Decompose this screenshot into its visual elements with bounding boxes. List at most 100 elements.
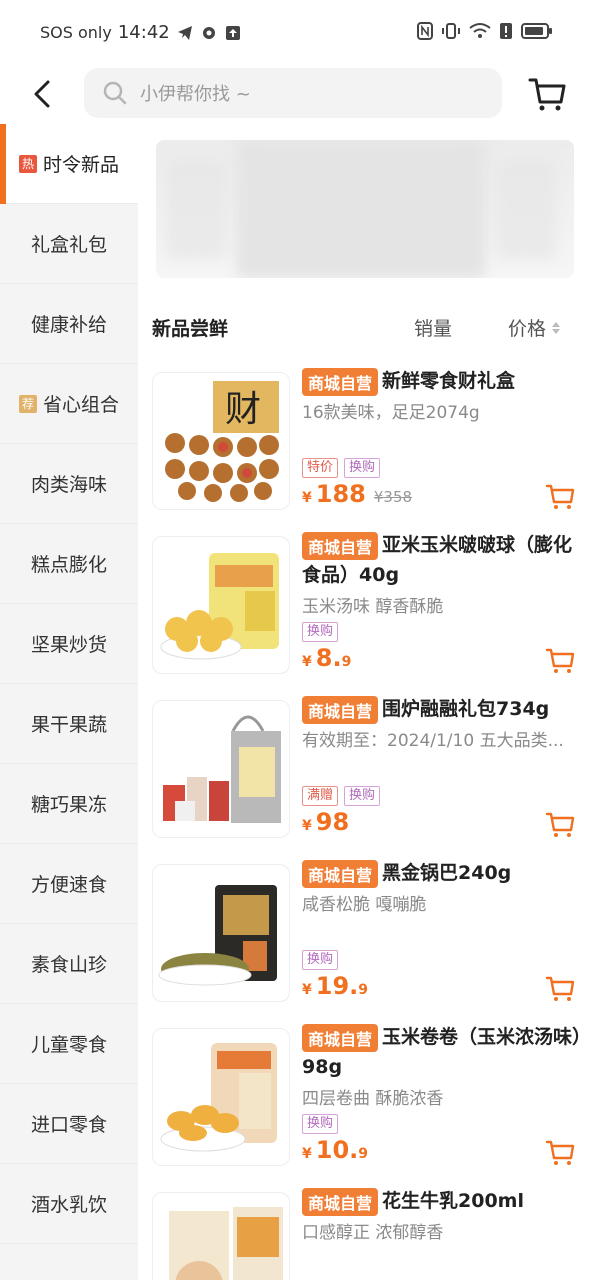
back-arrow-icon[interactable]	[26, 76, 62, 112]
sidebar-item[interactable]: 方便速食	[0, 844, 138, 924]
telegram-icon	[177, 25, 192, 40]
list-header: 新品尝鲜 销量 价格	[138, 306, 591, 346]
settings-gear-icon	[202, 26, 215, 39]
list-title: 新品尝鲜	[152, 318, 229, 340]
wifi-icon	[469, 23, 491, 38]
add-to-cart-icon[interactable]	[545, 1138, 575, 1166]
product-image[interactable]: 财	[152, 372, 290, 510]
price-decimal: 9	[358, 982, 369, 998]
promo-tag: 换购	[302, 622, 339, 642]
price-decimal: 9	[341, 654, 352, 670]
promo-tag: 特价	[302, 458, 339, 478]
sidebar-item[interactable]: 糖巧果冻	[0, 764, 138, 844]
promo-banner[interactable]	[156, 140, 574, 278]
sidebar-item-label: 省心组合	[42, 394, 119, 416]
sidebar-item-label: 酒水乳饮	[30, 1194, 107, 1216]
product-card[interactable]: 亚米玉米啵啵球（膨化食品）40g 商城自营 玉米汤味 醇香酥脆 换购 ¥8. 9	[138, 524, 591, 688]
sidebar-item-label: 时令新品	[42, 154, 119, 176]
upload-icon	[225, 25, 240, 40]
sidebar-item[interactable]: 热时令新品	[0, 124, 138, 204]
search-input[interactable]: 小伊帮你找 ~	[84, 68, 502, 118]
sidebar-item[interactable]: 儿童零食	[0, 1004, 138, 1084]
sidebar-item[interactable]: 健康补给	[0, 284, 138, 364]
battery-icon	[521, 23, 552, 39]
alert-icon	[500, 23, 512, 39]
add-to-cart-icon[interactable]	[545, 646, 575, 674]
product-desc: 四层卷曲 酥脆浓香	[302, 1089, 444, 1109]
sort-price-label: 价格	[508, 318, 547, 340]
promo-tags: 换购	[302, 950, 339, 970]
sidebar-item[interactable]: 肉类海味	[0, 444, 138, 524]
add-to-cart-icon[interactable]	[545, 974, 575, 1002]
sidebar-item-label: 方便速食	[30, 874, 107, 896]
sidebar-item[interactable]: 荐省心组合	[0, 364, 138, 444]
status-right	[417, 22, 553, 40]
self-operated-tag: 商城自营	[302, 1024, 379, 1052]
sidebar-item-label: 肉类海味	[30, 474, 107, 496]
top-nav-bar: 小伊帮你找 ~	[0, 66, 591, 124]
product-card[interactable]: 花生牛乳200ml 商城自营 口感醇正 浓郁醇香	[138, 1180, 591, 1280]
sidebar-item-label: 糖巧果冻	[30, 794, 107, 816]
sort-price-button[interactable]: 价格	[508, 314, 561, 341]
sidebar-item[interactable]: 果干果蔬	[0, 684, 138, 764]
product-price: ¥10. 9	[302, 1136, 368, 1164]
promo-tag: 换购	[302, 1114, 339, 1134]
add-to-cart-icon[interactable]	[545, 482, 575, 510]
price-currency: ¥	[302, 654, 312, 670]
product-card[interactable]: 围炉融融礼包734g 商城自营 有效期至：2024/1/10 五大品类... 满赠 换购…	[138, 688, 591, 852]
sidebar-item[interactable]: 糕点膨化	[0, 524, 138, 604]
add-to-cart-icon[interactable]	[545, 810, 575, 838]
product-card[interactable]: 玉米卷卷（玉米浓汤味）98g 商城自营 四层卷曲 酥脆浓香 换购 ¥10. 9	[138, 1016, 591, 1180]
price-currency: ¥	[302, 490, 312, 506]
product-image[interactable]	[152, 700, 290, 838]
sidebar-item[interactable]: 素食山珍	[0, 924, 138, 1004]
price-integer: 10.	[315, 1136, 359, 1164]
product-desc: 16款美味，足足2074g	[302, 403, 480, 423]
product-image[interactable]	[152, 1028, 290, 1166]
product-desc: 有效期至：2024/1/10 五大品类...	[302, 731, 564, 751]
product-desc: 玉米汤味 醇香酥脆	[302, 597, 444, 617]
clock: 14:42	[117, 22, 170, 43]
self-operated-tag: 商城自营	[302, 1188, 379, 1216]
sidebar-item[interactable]: 酒水乳饮	[0, 1164, 138, 1244]
self-operated-tag: 商城自营	[302, 532, 379, 560]
promo-tags: 换购	[302, 622, 339, 642]
svg-text:财: 财	[225, 389, 261, 430]
sidebar-badge: 荐	[18, 394, 37, 413]
promo-tag: 换购	[344, 786, 381, 806]
status-bar: SOS only 14:42	[0, 0, 591, 66]
product-desc: 口感醇正 浓郁醇香	[302, 1223, 444, 1243]
sort-arrows-icon	[552, 321, 561, 334]
product-image[interactable]	[152, 864, 290, 1002]
self-operated-tag: 商城自营	[302, 696, 379, 724]
sidebar-item-label: 健康补给	[30, 314, 107, 336]
sidebar-badge: 热	[18, 154, 37, 173]
sidebar-item-label: 坚果炒货	[30, 634, 107, 656]
promo-tags: 特价 换购	[302, 458, 381, 478]
product-card[interactable]: 黑金锅巴240g 商城自营 咸香松脆 嘎嘣脆 换购 ¥19. 9	[138, 852, 591, 1016]
carrier-text: SOS only	[40, 23, 112, 42]
product-price: ¥98	[302, 808, 349, 836]
product-price: ¥19. 9	[302, 972, 368, 1000]
cart-icon[interactable]	[527, 74, 567, 114]
sidebar-item[interactable]: 进口零食	[0, 1084, 138, 1164]
product-image[interactable]	[152, 1192, 290, 1280]
sidebar-item[interactable]: 坚果炒货	[0, 604, 138, 684]
sidebar-item-label: 糕点膨化	[30, 554, 107, 576]
sidebar-item-label: 进口零食	[30, 1114, 107, 1136]
sidebar-item-label: 儿童零食	[30, 1034, 107, 1056]
product-card[interactable]: 财新鲜零食财礼盒 商城自营 16款美味，足足2074g 特价 换购 ¥188 ¥358	[138, 360, 591, 524]
sidebar-item-label: 果干果蔬	[30, 714, 107, 736]
price-currency: ¥	[302, 982, 312, 998]
sidebar-item-label: 礼盒礼包	[30, 234, 107, 256]
status-left: SOS only 14:42	[40, 22, 242, 43]
product-image[interactable]	[152, 536, 290, 674]
self-operated-tag: 商城自营	[302, 860, 379, 888]
sidebar-item[interactable]: 礼盒礼包	[0, 204, 138, 284]
sort-sales-button[interactable]: 销量	[414, 314, 452, 341]
category-sidebar: 热时令新品礼盒礼包健康补给荐省心组合肉类海味糕点膨化坚果炒货果干果蔬糖巧果冻方便…	[0, 124, 138, 1280]
search-icon	[103, 81, 127, 105]
promo-tags: 满赠 换购	[302, 786, 381, 806]
price-decimal: 9	[358, 1146, 369, 1162]
promo-tag: 满赠	[302, 786, 339, 806]
